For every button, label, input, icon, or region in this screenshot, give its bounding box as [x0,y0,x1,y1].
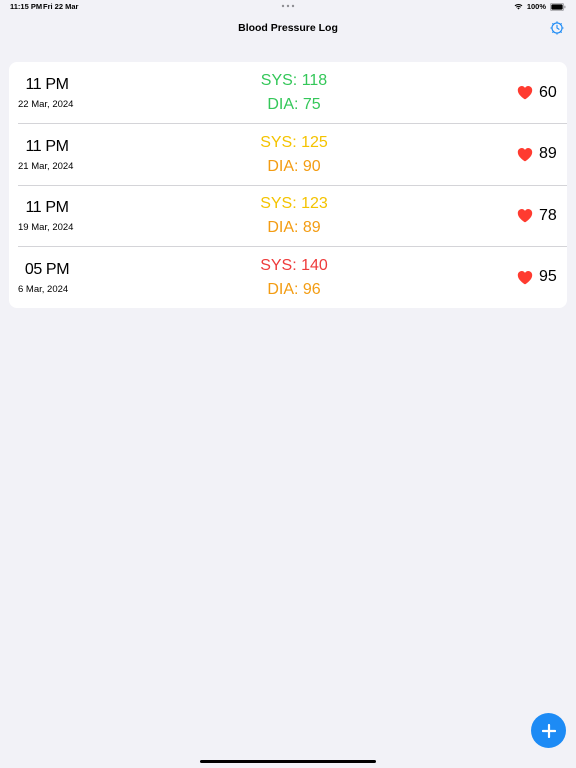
systolic-value: SYS: 118 [260,72,328,89]
reading-row[interactable]: 11 PM 22 Mar, 2024 SYS: 118 DIA: 75 60 [9,62,567,124]
systolic-value: SYS: 140 [260,256,328,274]
pulse-value: 95 [539,268,557,286]
status-time: 11:15 PM [10,2,43,11]
reading-time: 11 PM [25,76,69,93]
systolic-value: SYS: 125 [260,133,328,151]
diastolic-value: DIA: 90 [267,157,321,175]
blood-pressure-values: SYS: 125 DIA: 90 [194,124,394,186]
add-reading-button[interactable] [531,713,566,748]
reading-timestamp: 11 PM 22 Mar, 2024 [9,62,85,124]
page-title: Blood Pressure Log [238,22,338,34]
diastolic-value: DIA: 75 [267,96,321,113]
heart-icon [517,209,533,223]
settings-button[interactable] [549,20,565,36]
reading-timestamp: 11 PM 21 Mar, 2024 [9,124,85,186]
status-indicators: 100% [514,1,566,12]
blood-pressure-values: SYS: 118 DIA: 75 [194,62,394,124]
heart-icon [517,147,533,162]
pulse-value: 60 [539,83,557,101]
reading-row[interactable]: 11 PM 21 Mar, 2024 SYS: 125 DIA: 90 89 [9,124,567,186]
reading-time: 11 PM [25,199,69,216]
home-indicator[interactable] [200,760,376,763]
reading-date: 22 Mar, 2024 [18,99,74,110]
blood-pressure-values: SYS: 140 DIA: 96 [194,247,394,309]
diastolic-value: DIA: 89 [267,219,321,236]
pulse: 89 [517,124,557,186]
status-bar: 11:15 PM Fri 22 Mar 100% [0,0,576,14]
battery-percentage: 100% [526,2,546,11]
reading-timestamp: 11 PM 19 Mar, 2024 [9,185,85,247]
gear-clock-icon [550,21,564,35]
reading-row[interactable]: 05 PM 6 Mar, 2024 SYS: 140 DIA: 96 95 [9,247,567,309]
wifi-icon [514,3,523,10]
pulse: 78 [517,185,557,247]
systolic-value: SYS: 123 [260,195,328,212]
reading-timestamp: 05 PM 6 Mar, 2024 [9,247,85,309]
heart-icon [517,86,533,100]
reading-date: 21 Mar, 2024 [18,160,74,172]
heart-icon [517,270,533,285]
readings-list: 11 PM 22 Mar, 2024 SYS: 118 DIA: 75 60 1… [9,62,567,308]
reading-time: 05 PM [24,260,70,278]
status-date: Fri 22 Mar [43,2,79,11]
reading-date: 6 Mar, 2024 [18,283,69,295]
reading-date: 19 Mar, 2024 [18,222,74,233]
multitasking-dots-icon[interactable] [281,3,295,9]
plus-icon [541,723,556,738]
pulse: 60 [517,62,557,124]
pulse-value: 89 [539,145,557,163]
blood-pressure-values: SYS: 123 DIA: 89 [194,185,394,247]
pulse: 95 [517,247,557,309]
diastolic-value: DIA: 96 [267,280,321,298]
reading-time: 11 PM [25,137,69,155]
pulse-value: 78 [539,206,557,224]
reading-row[interactable]: 11 PM 19 Mar, 2024 SYS: 123 DIA: 89 78 [9,185,567,247]
battery-icon [550,2,566,11]
